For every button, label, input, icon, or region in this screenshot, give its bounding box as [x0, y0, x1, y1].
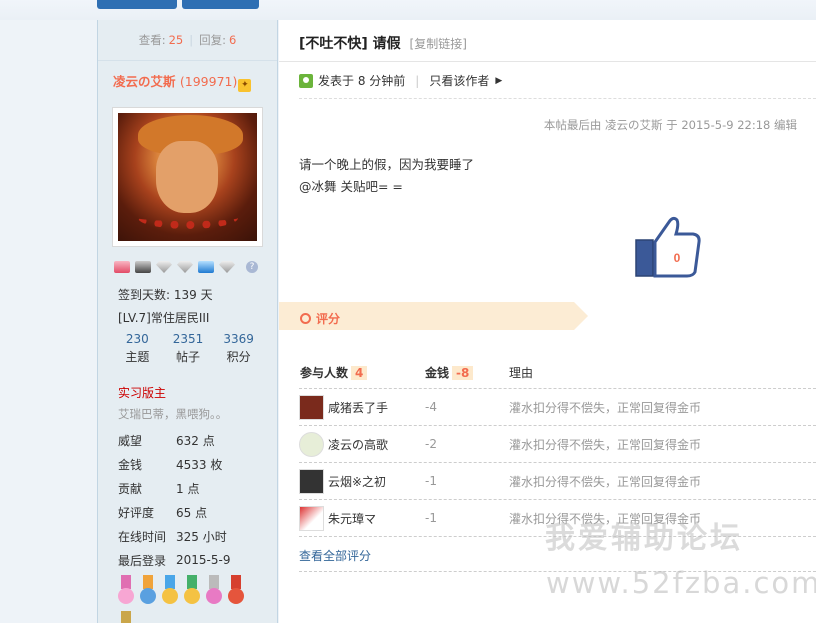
row-divider	[299, 388, 816, 389]
medal-icon[interactable]	[226, 575, 246, 609]
col-reason: 理由	[509, 366, 534, 380]
copy-link-button[interactable]: [复制链接]	[410, 37, 467, 51]
rater-reason: 灌水扣分得不偿失，正常回复得金币	[509, 400, 702, 415]
post-time: 发表于 8 分钟前	[318, 74, 406, 88]
info-row: 贡献 1 点	[118, 481, 200, 496]
author-sidebar: 查看: 25 | 回复: 6 凌云の艾斯 (199971) ✦ ? 签到天数: 139…	[97, 20, 278, 623]
user-role[interactable]: 实习版主	[118, 384, 166, 401]
rating-row: 咸猪丢了手 -4 灌水扣分得不偿失，正常回复得金币	[299, 392, 816, 422]
medal-icon[interactable]	[116, 611, 136, 623]
col-people: 参与人数 4	[300, 364, 368, 381]
user-signature: 艾瑞巴蒂，黑喂狗。。	[118, 407, 228, 421]
rater-name[interactable]: 咸猪丢了手	[328, 399, 423, 416]
black-gem-icon	[135, 261, 151, 273]
sapphire-gem-icon	[198, 261, 214, 273]
rater-reason: 灌水扣分得不偿失，正常回复得金币	[509, 437, 702, 452]
counter-credits[interactable]: 3369 积分	[213, 332, 264, 365]
col-money: 金钱 -8	[425, 364, 474, 381]
circle-icon	[300, 313, 311, 324]
views-count: 25	[168, 33, 184, 47]
counter-posts[interactable]: 2351 帖子	[163, 332, 214, 365]
top-bar	[0, 0, 816, 20]
rating-label: 评分	[300, 310, 340, 327]
diamond-icon	[156, 261, 172, 273]
counter-threads[interactable]: 230 主题	[112, 332, 163, 365]
diamond-icon	[219, 261, 235, 273]
author-info: 威望 632 点 金钱 4533 枚 贡献 1 点 好评度 65 点 在线时间 325 小…	[118, 428, 230, 572]
thread-category[interactable]: [不吐不快]	[299, 36, 368, 52]
rating-row: 凌云の高歌 -2 灌水扣分得不偿失，正常回复得金币	[299, 429, 816, 459]
people-count: 4	[351, 366, 368, 380]
rater-money: -4	[425, 400, 437, 414]
info-row: 好评度 65 点	[118, 505, 208, 520]
medal-icon[interactable]	[116, 575, 136, 609]
rater-avatar[interactable]	[299, 431, 324, 457]
like-button[interactable]: 0	[635, 216, 701, 278]
medal-icon[interactable]	[204, 575, 224, 609]
top-nav-button-2[interactable]	[182, 0, 259, 9]
rater-name[interactable]: 凌云の高歌	[328, 436, 423, 453]
user-online-icon	[299, 73, 313, 88]
divider	[299, 98, 816, 99]
medal-icon[interactable]	[182, 575, 202, 609]
watermark-url: www.52fzba.com	[546, 566, 816, 600]
thread-title: [不吐不快] 请假 [复制链接]	[299, 33, 467, 53]
top-nav-button-1[interactable]	[97, 0, 177, 9]
money-total: -8	[452, 366, 474, 380]
rater-name[interactable]: 云烟※之初	[328, 473, 423, 490]
info-row: 在线时间 325 小时	[118, 529, 227, 544]
view-all-ratings-link[interactable]: 查看全部评分	[299, 547, 371, 564]
medal-icon[interactable]	[160, 575, 180, 609]
row-divider	[299, 499, 816, 500]
rater-reason: 灌水扣分得不偿失，正常回复得金币	[509, 474, 702, 489]
rater-avatar[interactable]	[299, 505, 324, 531]
rater-avatar[interactable]	[299, 394, 324, 420]
post-line-2: @冰舞 关贴吧= =	[299, 179, 403, 194]
vip-badge-icon: ✦	[238, 79, 252, 92]
user-level[interactable]: [LV.7]常住居民III	[118, 309, 209, 326]
thread-title-text: 请假	[372, 36, 401, 52]
rater-name[interactable]: 朱元璋マ	[328, 510, 423, 527]
help-icon[interactable]: ?	[246, 261, 258, 273]
post-line-1: 请一个晚上的假，因为我要睡了	[299, 157, 475, 172]
divider	[279, 61, 816, 62]
author-avatar[interactable]	[112, 107, 263, 247]
medal-icon[interactable]	[138, 575, 158, 609]
rater-money: -1	[425, 474, 437, 488]
author-name-text[interactable]: 凌云の艾斯	[113, 74, 176, 89]
avatar-image[interactable]	[118, 113, 257, 241]
thread-stats: 查看: 25 | 回复: 6	[98, 20, 277, 61]
rater-avatar[interactable]	[299, 468, 324, 494]
post-body: 请一个晚上的假，因为我要睡了 @冰舞 关贴吧= =	[299, 154, 474, 198]
post-meta: 发表于 8 分钟前 | 只看该作者 ▶	[299, 72, 502, 89]
author-counters: 230 主题 2351 帖子 3369 积分	[112, 332, 264, 365]
info-row: 威望 632 点	[118, 433, 215, 448]
author-uid: (199971)	[179, 74, 238, 89]
views-label: 查看:	[138, 33, 166, 47]
gem-badges: ?	[114, 261, 258, 273]
triangle-right-icon: ▶	[495, 75, 503, 86]
only-author-link[interactable]: 只看该作者	[429, 72, 489, 89]
author-name[interactable]: 凌云の艾斯 (199971) ✦	[113, 71, 252, 92]
sign-days: 签到天数: 139 天	[118, 288, 213, 302]
ruby-gem-icon	[114, 261, 130, 273]
replies-count: 6	[228, 33, 237, 47]
replies-label: 回复:	[199, 33, 226, 47]
rating-row: 云烟※之初 -1 灌水扣分得不偿失，正常回复得金币	[299, 466, 816, 496]
edit-notice: 本帖最后由 凌云の艾斯 于 2015-5-9 22:18 编辑	[543, 118, 797, 132]
diamond-icon	[177, 261, 193, 273]
like-count: 0	[674, 251, 681, 265]
rater-money: -1	[425, 511, 437, 525]
medal-list	[116, 575, 266, 623]
rater-money: -2	[425, 437, 437, 451]
info-row: 最后登录 2015-5-9	[118, 553, 231, 568]
watermark-title: 我爱辅助论坛	[545, 521, 743, 556]
thumbs-up-icon[interactable]: 0	[635, 216, 701, 278]
row-divider	[299, 425, 816, 426]
info-row: 金钱 4533 枚	[118, 457, 223, 472]
row-divider	[299, 462, 816, 463]
